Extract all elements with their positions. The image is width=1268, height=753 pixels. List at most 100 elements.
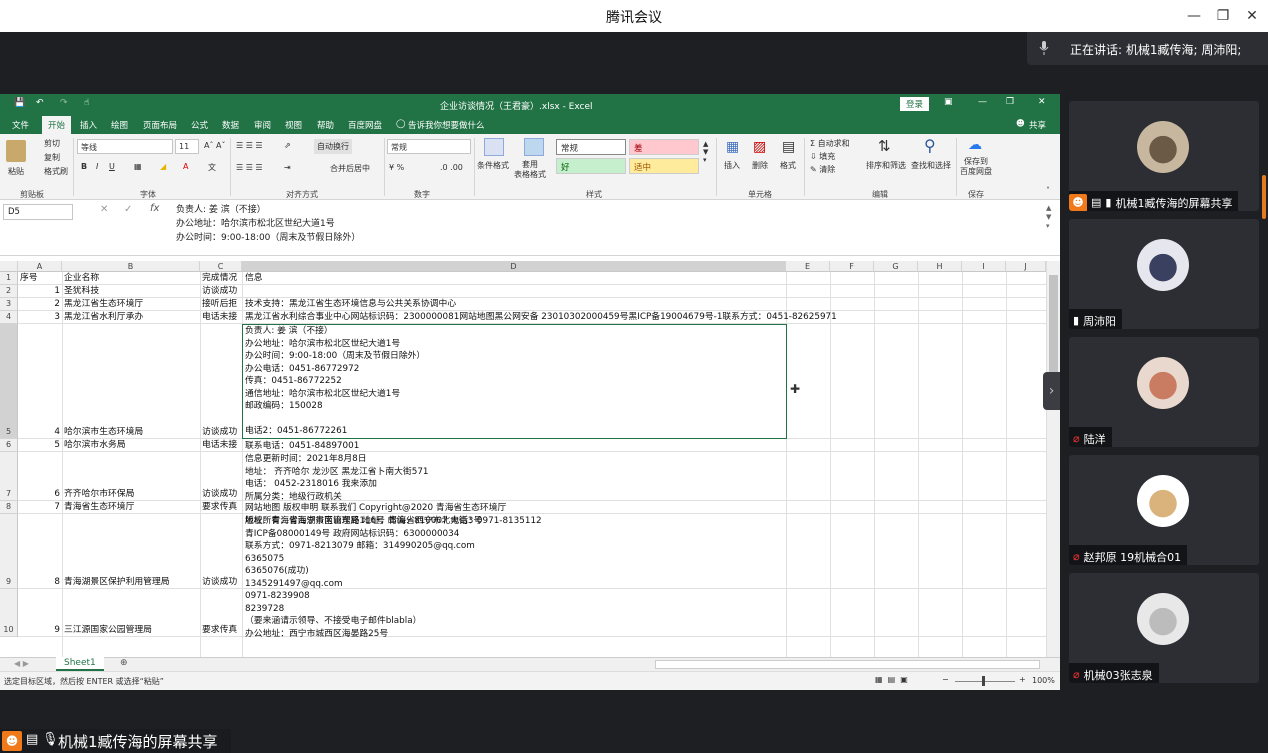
cell-c[interactable]: 要求传真 [202,624,237,637]
select-all-corner[interactable] [0,261,18,272]
format-painter-button[interactable]: 格式刷 [44,166,68,177]
tab-draw[interactable]: 绘图 [111,119,128,131]
row-header[interactable]: 1 [0,272,18,285]
cell-d-line[interactable]: 8239728 [245,603,284,616]
styles-scroll-icon[interactable]: ▲ ▼ ▾ [703,140,708,164]
cell-a[interactable]: 2 [18,298,62,311]
row-header[interactable]: 7 [0,452,18,501]
left-align-icon[interactable]: ☰ ☰ ☰ [236,163,263,172]
excel-minimize-button[interactable]: — [978,97,987,107]
close-button[interactable]: ✕ [1242,6,1262,26]
format-table-button[interactable]: 套用 表格格式 [514,160,546,180]
find-select-icon[interactable]: ⚲ [924,136,936,155]
zoom-in-icon[interactable]: + [1019,675,1026,684]
number-format-select[interactable]: 常规 [387,139,471,154]
column-header[interactable]: H [918,261,962,272]
column-header[interactable]: B [62,261,200,272]
underline-button[interactable]: U [109,162,115,171]
cell-d-line[interactable]: 黑龙江省水利综合事业中心网站标识码：2300000081网站地图黑公网安备 23… [245,311,837,324]
style-neutral[interactable]: 适中 [629,158,699,174]
maximize-button[interactable]: ❐ [1213,6,1233,26]
formula-input[interactable]: 负责人: 姜 滨（不接） 办公地址：哈尔滨市松北区世纪大道1号 办公时间：9:0… [176,203,360,245]
phonetic-icon[interactable]: 文 [208,162,216,173]
collapse-panel-button[interactable]: › [1043,372,1060,410]
cell-d-line[interactable]: 联系方式：0971-8213079 邮箱：314990205@qq.com [245,540,475,553]
tell-me-search[interactable]: 告诉我你想要做什么 [408,119,485,131]
fill-color-icon[interactable]: ◢ [160,162,166,171]
format-cells-icon[interactable]: ▤ [782,139,795,155]
conditional-format-button[interactable]: 条件格式 [477,160,509,171]
cell-a[interactable]: 3 [18,311,62,324]
cell-a[interactable]: 5 [18,439,62,452]
save-icon[interactable]: 💾 [14,98,25,108]
participant-tile[interactable]: ☻ ▤ ▮ 机械1臧传海的屏幕共享 [1069,101,1259,211]
cell-d-line[interactable]: 青ICP备08000149号 政府网站标识码：6300000034 [245,528,459,541]
cell-c[interactable]: 访谈成功 [202,285,237,298]
minimize-button[interactable]: — [1184,6,1204,26]
paste-button[interactable]: 粘贴 [8,166,24,177]
cell-c[interactable]: 完成情况 [202,272,237,285]
participant-tile[interactable]: ⌀ 机械03张志泉 [1069,573,1259,683]
zoom-slider-thumb[interactable] [982,676,985,686]
touch-mode-icon[interactable]: ☝ [84,98,89,108]
cell-d-line[interactable]: 联系电话：0451-84897001 [245,440,359,453]
ribbon-display-icon[interactable]: ▣ [944,97,953,107]
cell-a[interactable]: 1 [18,285,62,298]
collapse-ribbon-icon[interactable]: ˄ [1046,186,1050,195]
shared-screen[interactable]: 💾 ↶ ↷ ☝ 企业访谈情况（王君豪）.xlsx - Excel 登录 ▣ — … [0,94,1060,690]
selected-cell[interactable] [242,324,787,439]
style-bad[interactable]: 差 [629,139,699,155]
column-header[interactable]: I [962,261,1006,272]
tab-page-layout[interactable]: 页面布局 [143,119,177,131]
cell-a[interactable]: 7 [18,501,62,514]
login-button[interactable]: 登录 [900,97,930,111]
column-header[interactable]: A [18,261,62,272]
horizontal-scrollbar[interactable] [655,660,1040,669]
cell-c[interactable]: 访谈成功 [202,426,237,439]
font-name-select[interactable]: 等线 [77,139,173,154]
cell-b[interactable]: 三江源国家公园管理局 [64,624,152,637]
cell-b[interactable]: 企业名称 [64,272,99,285]
font-size-select[interactable]: 11 [175,139,199,154]
row-header[interactable]: 8 [0,501,18,514]
name-box[interactable]: D5 [3,204,73,220]
sort-filter-icon[interactable]: ⇅ [878,137,891,155]
cell-d-line[interactable]: （要来涵请示领导、不接受电子邮件blabla） [245,615,421,628]
tab-help[interactable]: 帮助 [317,119,334,131]
cell-d-line[interactable]: 地址： 齐齐哈尔 龙沙区 黑龙江省卜南大街571 [245,466,429,479]
border-icon[interactable]: ▦ [134,162,142,171]
tab-baidu-netdisk[interactable]: 百度网盘 [348,119,382,131]
format-cells-button[interactable]: 格式 [780,160,796,171]
column-header[interactable]: J [1006,261,1046,272]
column-header[interactable]: F [830,261,874,272]
share-button[interactable]: 共享 [1029,119,1046,131]
style-normal[interactable]: 常规 [556,139,626,155]
row-header[interactable]: 4 [0,311,18,324]
autosum-button[interactable]: Σ 自动求和 [810,138,850,149]
formula-scroll-icon[interactable]: ▲ ▼ ▾ [1046,204,1051,231]
vertical-scrollbar[interactable] [1046,261,1060,657]
row-header[interactable]: 5 [0,324,18,439]
cell-d-line[interactable]: 办公地址：西宁市城西区海晏路25号 [245,628,388,641]
cell-d-line[interactable]: 6365076(成功) [245,565,309,578]
cell-d-line[interactable]: 电话： 0452-2318016 我来添加 [245,478,377,491]
undo-icon[interactable]: ↶ [36,98,44,108]
zoom-out-icon[interactable]: − [942,675,949,684]
excel-close-button[interactable]: ✕ [1038,97,1046,107]
decimal-icon[interactable]: .0 .00 [440,163,463,172]
cell-c[interactable]: 电话未接 [202,311,237,324]
orientation-icon[interactable]: ⇗ [284,141,291,150]
cell-b[interactable]: 青海省生态环境厅 [64,501,134,514]
cell-c[interactable]: 要求传真 [202,501,237,514]
fill-button[interactable]: ⇩ 填充 [810,151,835,162]
participant-tile[interactable]: ⌀ 赵邦原 19机械合01 [1069,455,1259,565]
font-color-icon[interactable]: A [183,162,188,171]
row-header[interactable]: 2 [0,285,18,298]
cut-button[interactable]: 剪切 [44,138,60,149]
tab-formulas[interactable]: 公式 [191,119,208,131]
insert-cells-icon[interactable]: ▦ [726,139,739,155]
indent-icon[interactable]: ⇥ [284,163,291,172]
enter-icon[interactable]: ✓ [124,204,132,215]
tab-insert[interactable]: 插入 [80,119,97,131]
cancel-icon[interactable]: ✕ [100,204,108,215]
